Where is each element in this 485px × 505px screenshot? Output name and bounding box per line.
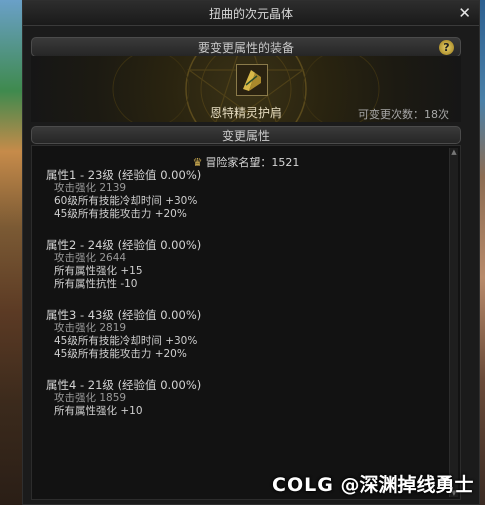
attribute-line: 攻击强化 1859: [54, 392, 127, 404]
attribute-line: 攻击强化 2644: [54, 252, 127, 264]
change-count: 可变更次数：18次: [358, 108, 449, 121]
attribute-block-2: 属性2 - 24级 (经验值 0.00%) 攻击强化 2644 所有属性强化 +…: [46, 238, 201, 291]
attribute-line: 攻击强化 2139: [54, 182, 127, 194]
attr-section-title: 变更属性: [221, 129, 270, 143]
attribute-block-1: 属性1 - 23级 (经验值 0.00%) 攻击强化 2139 60级所有技能冷…: [46, 168, 201, 221]
attribute-line: 45级所有技能攻击力 +20%: [54, 348, 187, 360]
close-icon[interactable]: ✕: [458, 4, 471, 22]
attr-section-header: 变更属性: [31, 126, 461, 144]
attribute-block-3: 属性3 - 43级 (经验值 0.00%) 攻击强化 2819 45级所有技能冷…: [46, 308, 201, 361]
attribute-line: 45级所有技能攻击力 +20%: [54, 208, 187, 220]
attribute-title: 属性3 - 43级 (经验值 0.00%): [46, 308, 202, 322]
attribute-line: 所有属性强化 +10: [54, 405, 143, 417]
window-title: 扭曲的次元晶体: [208, 7, 293, 21]
scrollbar[interactable]: ▲ ▼: [449, 148, 458, 497]
attribute-line: 60级所有技能冷却时间 +30%: [54, 195, 198, 207]
fame-label: 冒险家名望：1521: [205, 156, 300, 169]
attribute-line: 所有属性强化 +15: [54, 265, 143, 277]
attribute-title: 属性4 - 21级 (经验值 0.00%): [46, 378, 202, 392]
equipment-display: 恩特精灵护肩 可变更次数：18次: [31, 56, 461, 122]
attribute-line: 45级所有技能冷却时间 +30%: [54, 335, 198, 347]
attribute-title: 属性1 - 23级 (经验值 0.00%): [46, 168, 202, 182]
help-icon[interactable]: ?: [439, 40, 454, 55]
item-slot[interactable]: [236, 64, 268, 96]
attribute-block-4: 属性4 - 21级 (经验值 0.00%) 攻击强化 1859 所有属性强化 +…: [46, 378, 201, 418]
attribute-title: 属性2 - 24级 (经验值 0.00%): [46, 238, 202, 252]
equip-section-title: 要变更属性的装备: [197, 41, 294, 55]
attribute-line: 所有属性抗性 -10: [54, 278, 138, 290]
shoulder-armor-icon: [237, 65, 267, 95]
window-titlebar[interactable]: 扭曲的次元晶体 ✕: [23, 1, 479, 26]
equip-section-header: 要变更属性的装备 ?: [31, 37, 461, 57]
crystal-window: 扭曲的次元晶体 ✕ 要变更属性的装备 ? 恩特精灵护肩 可变更次数：18次 变更…: [22, 0, 480, 505]
watermark: COLG @深渊掉线勇士: [272, 470, 473, 497]
attribute-panel: ♛ 冒险家名望：1521 属性1 - 23级 (经验值 0.00%) 攻击强化 2…: [31, 145, 461, 500]
watermark-logo: COLG: [272, 474, 334, 496]
watermark-text: @深渊掉线勇士: [340, 474, 474, 496]
attribute-line: 攻击强化 2819: [54, 322, 127, 334]
scroll-up-icon[interactable]: ▲: [450, 148, 458, 156]
